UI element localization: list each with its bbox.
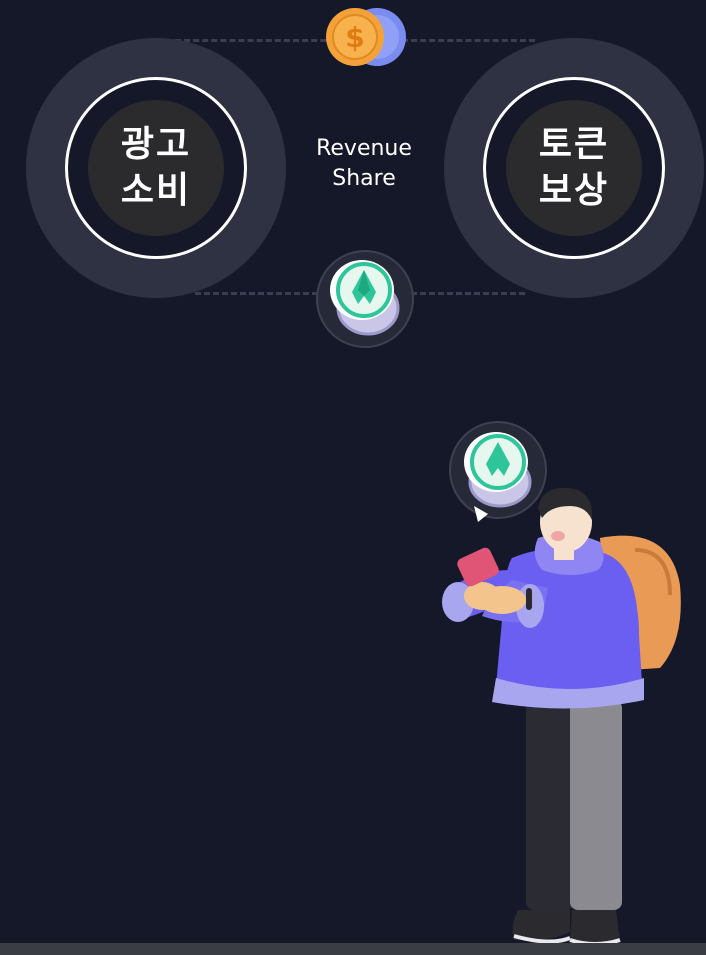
token-reward-label: 토큰 보상 — [538, 124, 610, 211]
bottom-bar — [0, 943, 706, 955]
revenue-share-illustration: 광고 소비 토큰 보상 Revenue Share $ — [0, 0, 706, 955]
ad-consumption-ring: 광고 소비 — [26, 38, 286, 298]
bubble-green-token-icon — [449, 421, 547, 522]
person-with-phone-illustration — [442, 421, 681, 946]
middle-green-token-icon — [316, 250, 414, 348]
svg-text:$: $ — [345, 21, 364, 54]
ad-consumption-label: 광고 소비 — [120, 124, 192, 211]
share-line: Share — [332, 166, 396, 191]
revenue-share-text: Revenue Share — [294, 134, 434, 194]
token-reward-ring: 토큰 보상 — [444, 38, 704, 298]
dollar-coin-icon: $ — [326, 8, 406, 66]
revenue-line: Revenue — [316, 136, 412, 161]
